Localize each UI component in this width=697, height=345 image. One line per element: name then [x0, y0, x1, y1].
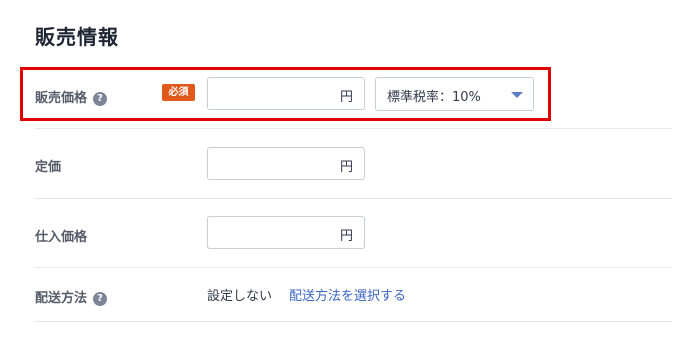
currency-unit: 円 — [339, 229, 353, 244]
divider — [35, 321, 672, 322]
shipping-label: 配送方法? — [35, 287, 108, 306]
list-price-label: 定価 — [35, 160, 62, 175]
list-price-input[interactable]: 円 — [207, 147, 365, 180]
shipping-status: 設定しない — [207, 289, 273, 304]
divider — [35, 198, 672, 199]
currency-unit: 円 — [339, 160, 353, 175]
divider — [35, 128, 672, 129]
purchase-price-label: 仕入価格 — [35, 230, 88, 245]
purchase-price-input[interactable]: 円 — [207, 216, 365, 249]
section-title: 販売情報 — [35, 25, 119, 49]
select-shipping-link[interactable]: 配送方法を選択する — [289, 285, 406, 304]
help-icon[interactable]: ? — [93, 292, 108, 306]
shipping-label-text: 配送方法 — [35, 291, 88, 306]
highlight-box — [20, 67, 551, 121]
divider — [35, 267, 672, 268]
